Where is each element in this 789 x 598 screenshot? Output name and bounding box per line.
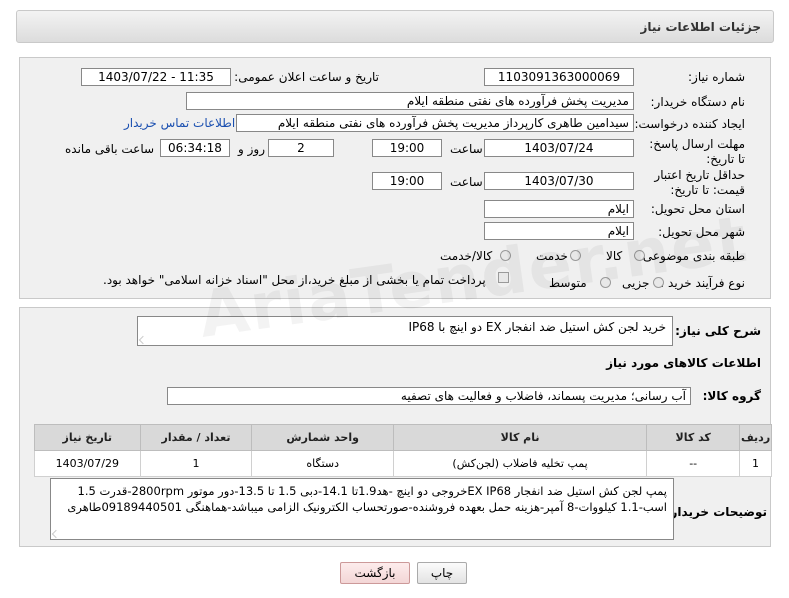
validity-date-field[interactable]: 1403/07/30	[484, 172, 634, 190]
cell-row: 1	[739, 450, 772, 477]
buyer-org-field[interactable]: مدیریت پخش فرآورده های نفتی منطقه ایلام	[186, 92, 634, 110]
validity-time-field[interactable]: 19:00	[372, 172, 442, 190]
cell-quantity: 1	[139, 450, 253, 477]
cell-date: 1403/07/29	[34, 450, 141, 477]
cell-unit: دستگاه	[251, 450, 394, 477]
need-number-field[interactable]: 1103091363000069	[484, 68, 634, 86]
goods-section-title: اطلاعات کالاهای مورد نیاز	[606, 356, 761, 370]
goods-group-label: گروه کالا:	[702, 389, 761, 403]
col-unit-header: واحد شمارش	[251, 424, 394, 451]
buyer-notes-label: توضیحات خریدار:	[665, 505, 767, 519]
days-label: روز و	[238, 142, 265, 156]
creator-label: ایجاد کننده درخواست:	[634, 117, 745, 131]
remaining-time-label: ساعت باقی مانده	[65, 142, 155, 156]
col-name-header: نام کالا	[392, 424, 648, 451]
page-header: جزئیات اطلاعات نیاز	[16, 10, 774, 43]
col-code-header: کد کالا	[646, 424, 741, 451]
goods-table: ردیف کد کالا نام کالا واحد شمارش تعداد /…	[34, 424, 772, 477]
resize-grip-icon[interactable]	[138, 335, 148, 345]
reply-time-field[interactable]: 19:00	[372, 139, 442, 157]
page-title: جزئیات اطلاعات نیاز	[640, 20, 761, 34]
announce-datetime-label: تاریخ و ساعت اعلان عمومی:	[234, 70, 379, 84]
buyer-contact-link[interactable]: اطلاعات تماس خریدار	[124, 116, 235, 130]
reply-date-field[interactable]: 1403/07/24	[484, 139, 634, 157]
reply-deadline-label: مهلت ارسال پاسخ: تا تاریخ:	[649, 137, 745, 166]
need-number-label: شماره نیاز:	[688, 70, 745, 84]
remaining-time-field[interactable]: 06:34:18	[160, 139, 230, 157]
reply-time-label: ساعت	[450, 142, 483, 156]
col-row-header: ردیف	[739, 424, 772, 451]
buyer-notes-line-1: پمپ لجن کش استیل ضد انفجار EX IP68خروجی …	[77, 484, 667, 498]
table-row[interactable]: 1 -- پمپ تخلیه فاضلاب (لجن‌کش) دستگاه 1 …	[34, 450, 772, 477]
back-button[interactable]: بازگشت	[340, 562, 410, 584]
days-field[interactable]: 2	[268, 139, 334, 157]
cell-code: --	[646, 450, 741, 477]
col-quantity-header: تعداد / مقدار	[139, 424, 253, 451]
province-field[interactable]: ایلام	[484, 200, 634, 218]
announce-datetime-field[interactable]: 1403/07/22 - 11:35	[81, 68, 231, 86]
creator-field[interactable]: سیدامین طاهری کارپرداز مدیریت پخش فرآورد…	[236, 114, 634, 132]
goods-table-header-row: ردیف کد کالا نام کالا واحد شمارش تعداد /…	[34, 424, 772, 451]
price-validity-label: حداقل تاریخ اعتبار قیمت: تا تاریخ:	[654, 168, 745, 197]
col-date-header: تاریخ نیاز	[34, 424, 141, 451]
buyer-org-label: نام دستگاه خریدار:	[650, 95, 746, 109]
cell-name: پمپ تخلیه فاضلاب (لجن‌کش)	[392, 450, 648, 477]
buyer-notes-line-2: اسب-1.1 کیلووات-8 آمپر-هزینه حمل بعهده ف…	[67, 500, 667, 514]
resize-grip-icon[interactable]	[51, 529, 61, 539]
buyer-notes-textarea[interactable]: پمپ لجن کش استیل ضد انفجار EX IP68خروجی …	[50, 478, 674, 540]
validity-time-label: ساعت	[450, 175, 483, 189]
print-button[interactable]: چاپ	[417, 562, 467, 584]
